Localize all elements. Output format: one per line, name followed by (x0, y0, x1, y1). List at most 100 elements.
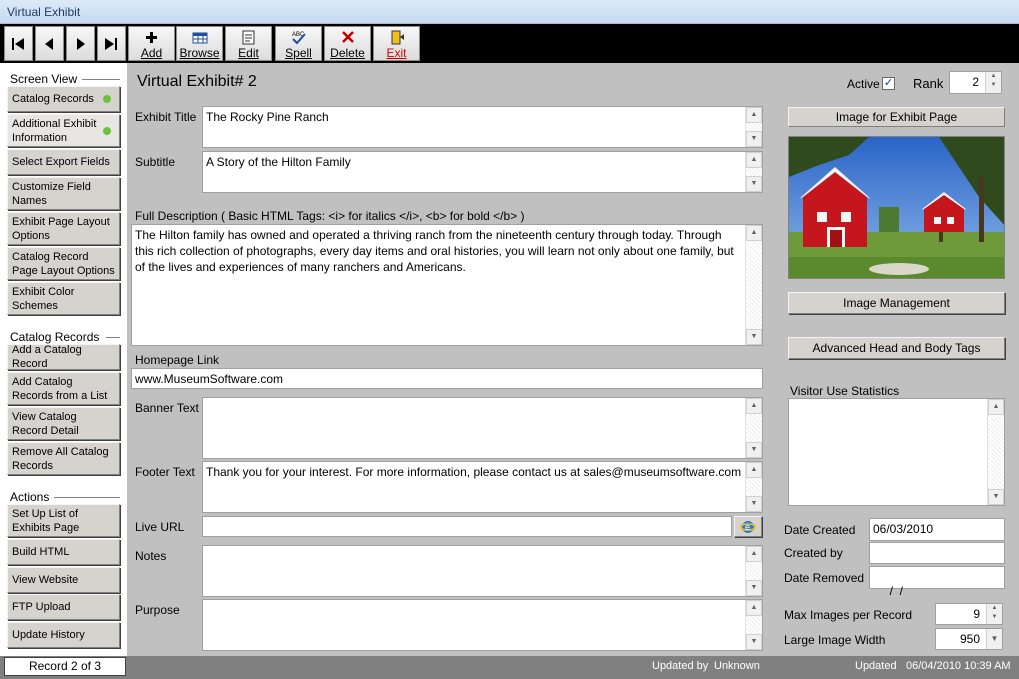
full-description-label: Full Description ( Basic HTML Tags: <i> … (135, 209, 525, 223)
last-record-button[interactable] (97, 26, 126, 61)
sidebar-item-update-history[interactable]: Update History (7, 622, 120, 648)
homepage-link-label: Homepage Link (135, 353, 220, 367)
sidebar-item-view-catalog-record-detail[interactable]: View Catalog Record Detail (7, 407, 120, 440)
divider (82, 79, 120, 80)
screen-view-heading: Screen View (10, 72, 78, 86)
sidebar-item-label: View Catalog Record Detail (12, 410, 79, 437)
image-management-button[interactable]: Image Management (788, 292, 1005, 314)
sidebar-item-label: Catalog Records (12, 93, 94, 105)
sidebar-item-catalog-record-page-layout-options[interactable]: Catalog Record Page Layout Options (7, 247, 120, 280)
next-record-button[interactable] (66, 26, 95, 61)
sidebar-item-label: Additional Exhibit Information (12, 117, 97, 144)
delete-x-icon (325, 29, 370, 47)
sidebar-item-remove-all-catalog-records[interactable]: Remove All Catalog Records (7, 442, 120, 475)
banner-text-field[interactable]: ▲ ▼ (202, 397, 763, 459)
add-button[interactable]: Add (128, 26, 175, 61)
scrollbar[interactable]: ▲ ▼ (745, 398, 762, 458)
date-created-label: Date Created (784, 523, 856, 537)
date-removed-label: Date Removed (784, 571, 865, 585)
notes-label: Notes (135, 549, 167, 563)
title-bar: Virtual Exhibit (0, 0, 1019, 24)
status-bar: Record 2 of 3 Updated by Unknown Updated… (0, 656, 1019, 679)
footer-text-label: Footer Text (135, 465, 195, 479)
created-by-label: Created by (784, 546, 843, 560)
sidebar-item-build-html[interactable]: Build HTML (7, 539, 120, 565)
scrollbar[interactable]: ▲ ▼ (745, 462, 762, 512)
sidebar-item-catalog-records[interactable]: Catalog Records (7, 86, 120, 112)
exit-button[interactable]: Exit (373, 26, 420, 61)
sidebar-item-add-catalog-record[interactable]: Add a Catalog Record (7, 344, 120, 370)
scrollbar[interactable]: ▲ ▼ (987, 399, 1004, 505)
divider (106, 337, 120, 338)
sidebar-item-additional-exhibit-information[interactable]: Additional Exhibit Information (7, 114, 120, 147)
delete-button[interactable]: Delete (324, 26, 371, 61)
sidebar-item-label: Set Up List of Exhibits Page (12, 507, 80, 534)
sidebar-item-ftp-upload[interactable]: FTP Upload (7, 594, 120, 620)
date-created-value: 06/03/2010 (873, 522, 934, 536)
purpose-field[interactable]: ▲ ▼ (202, 599, 763, 651)
sidebar-item-add-catalog-records-from-list[interactable]: Add Catalog Records from a List (7, 372, 120, 405)
sidebar-item-view-website[interactable]: View Website (7, 567, 120, 593)
large-image-width-value: 950 (959, 632, 980, 646)
date-created-field[interactable]: 06/03/2010 (869, 518, 1005, 541)
subtitle-label: Subtitle (135, 155, 176, 169)
browse-label: Browse (179, 46, 220, 60)
live-url-label: Live URL (135, 520, 185, 534)
homepage-link-field[interactable]: www.MuseumSoftware.com (131, 368, 763, 389)
full-description-field[interactable]: The Hilton family has owned and operated… (131, 224, 763, 346)
updated-label: Updated (855, 660, 897, 672)
notes-field[interactable]: ▲ ▼ (202, 545, 763, 597)
date-removed-field[interactable]: / / (869, 566, 1005, 598)
sidebar-item-set-up-list-of-exhibits-page[interactable]: Set Up List of Exhibits Page (7, 504, 120, 537)
banner-text-label: Banner Text (135, 401, 199, 415)
edit-button[interactable]: Edit (225, 26, 272, 61)
exhibit-title-field[interactable]: The Rocky Pine Ranch ▲ ▼ (202, 106, 763, 148)
live-url-field[interactable] (202, 516, 732, 537)
rank-value: 2 (972, 75, 979, 89)
sidebar-item-select-export-fields[interactable]: Select Export Fields (7, 149, 120, 175)
sidebar-item-label: Exhibit Color Schemes (12, 285, 75, 312)
date-removed-value: / / (886, 584, 904, 598)
browse-button[interactable]: Browse (176, 26, 223, 61)
updated-timestamp: 06/04/2010 10:39 AM (906, 660, 1011, 672)
subtitle-field[interactable]: A Story of the Hilton Family ▲ ▼ (202, 151, 763, 193)
scrollbar[interactable]: ▲ ▼ (745, 546, 762, 596)
scrollbar[interactable]: ▲ ▼ (745, 225, 762, 345)
catalog-records-heading: Catalog Records (10, 330, 100, 344)
spell-button[interactable]: ABC Spell (275, 26, 322, 61)
sidebar-item-label: View Website (12, 574, 79, 586)
spellcheck-icon: ABC (276, 29, 321, 47)
stepper-arrows-icon[interactable]: ▲ ▼ (986, 604, 1002, 624)
exhibit-image[interactable] (788, 136, 1005, 279)
visitor-stats-field[interactable]: ▲ ▼ (788, 398, 1005, 506)
sidebar-item-label: Select Export Fields (12, 156, 110, 168)
active-label: Active (847, 77, 880, 91)
scrollbar[interactable]: ▲ ▼ (745, 107, 762, 147)
plus-icon (129, 29, 174, 47)
sidebar-item-customize-field-names[interactable]: Customize Field Names (7, 177, 120, 210)
large-image-width-select[interactable]: 950 ▼ (935, 628, 1003, 650)
sidebar-item-exhibit-color-schemes[interactable]: Exhibit Color Schemes (7, 282, 120, 315)
first-record-button[interactable] (4, 26, 33, 61)
chevron-down-icon[interactable]: ▼ (986, 629, 1002, 649)
scrollbar[interactable]: ▲ ▼ (745, 600, 762, 650)
rank-stepper[interactable]: 2 ▲ ▼ (949, 71, 1002, 94)
open-url-button[interactable]: e (734, 516, 762, 537)
scrollbar[interactable]: ▲ ▼ (745, 152, 762, 192)
sidebar-item-exhibit-page-layout-options[interactable]: Exhibit Page Layout Options (7, 212, 120, 245)
created-by-field[interactable] (869, 542, 1005, 564)
window-title: Virtual Exhibit (7, 5, 81, 19)
full-description-value: The Hilton family has owned and operated… (135, 228, 734, 274)
advanced-head-body-tags-button[interactable]: Advanced Head and Body Tags (788, 337, 1005, 359)
sidebar-item-label: Catalog Record Page Layout Options (12, 250, 115, 277)
image-heading-label: Image for Exhibit Page (835, 110, 958, 124)
max-images-stepper[interactable]: 9 ▲ ▼ (935, 603, 1003, 625)
image-heading: Image for Exhibit Page (788, 107, 1005, 127)
footer-text-field[interactable]: Thank you for your interest. For more in… (202, 461, 763, 513)
subtitle-value: A Story of the Hilton Family (206, 155, 351, 169)
previous-record-button[interactable] (35, 26, 64, 61)
stepper-arrows-icon[interactable]: ▲ ▼ (985, 72, 1001, 93)
active-checkbox[interactable]: ✓ (882, 77, 895, 90)
exhibit-title-value: The Rocky Pine Ranch (206, 110, 329, 124)
sidebar: Screen View Catalog Records Additional E… (0, 63, 127, 656)
